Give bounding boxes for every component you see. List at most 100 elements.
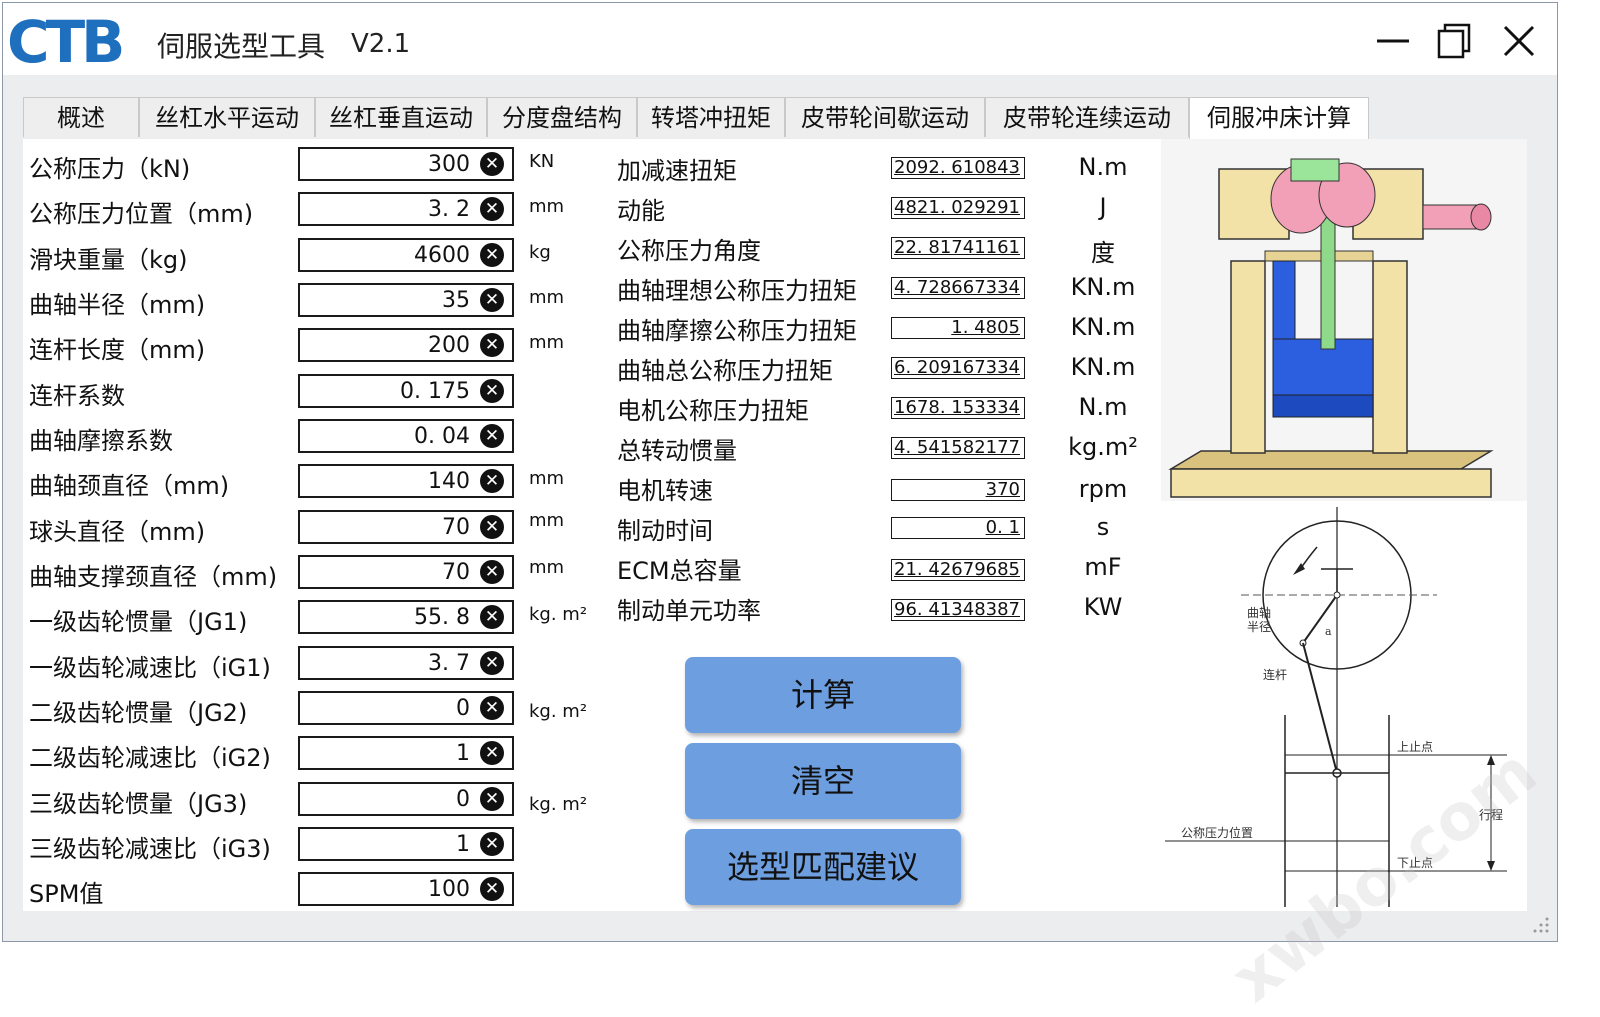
param-input[interactable]: 1 ✕ — [298, 827, 514, 861]
param-label: 二级齿轮减速比（iG2) — [29, 744, 271, 772]
param-input[interactable]: 0 ✕ — [298, 782, 514, 816]
tab-belt-intermittent[interactable]: 皮带轮间歇运动 — [785, 97, 985, 137]
clear-field-icon[interactable]: ✕ — [480, 605, 504, 629]
selection-suggestion-button[interactable]: 选型匹配建议 — [685, 829, 961, 905]
tab-screw-horizontal[interactable]: 丝杠水平运动 — [139, 97, 315, 137]
param-input[interactable]: 35 ✕ — [298, 283, 514, 317]
result-label: 电机转速 — [617, 477, 713, 505]
param-unit: kg. m² — [529, 701, 588, 722]
app-window: CTB 伺服选型工具 V2.1 概述 丝杠水平运动 丝杠垂直运动 分度盘结构 转… — [2, 2, 1558, 1017]
clear-field-icon[interactable]: ✕ — [480, 787, 504, 811]
tab-servo-press[interactable]: 伺服冲床计算 — [1189, 97, 1369, 139]
tab-screw-vertical[interactable]: 丝杠垂直运动 — [315, 97, 487, 137]
param-input[interactable]: 0. 04 ✕ — [298, 419, 514, 453]
calculate-button[interactable]: 计算 — [685, 657, 961, 733]
param-label: 球头直径（mm) — [29, 518, 206, 546]
tab-turret-torque[interactable]: 转塔冲扭矩 — [637, 97, 785, 137]
result-unit: 度 — [1091, 239, 1115, 267]
param-input[interactable]: 4600 ✕ — [298, 238, 514, 272]
param-input[interactable]: 0 ✕ — [298, 691, 514, 725]
param-unit: mm — [529, 332, 565, 353]
param-value[interactable]: 0 — [456, 696, 470, 721]
clear-field-icon[interactable]: ✕ — [480, 288, 504, 312]
param-value[interactable]: 0. 175 — [400, 379, 470, 404]
param-label: 二级齿轮惯量（JG2) — [29, 699, 248, 727]
param-label: 曲轴摩擦系数 — [29, 427, 173, 455]
param-input[interactable]: 140 ✕ — [298, 464, 514, 498]
result-label: 电机公称压力扭矩 — [617, 397, 809, 425]
param-value[interactable]: 3. 2 — [428, 197, 470, 222]
ctb-logo: CTB — [7, 8, 125, 76]
close-icon[interactable] — [1499, 21, 1539, 61]
param-value[interactable]: 200 — [428, 333, 470, 358]
clear-field-icon[interactable]: ✕ — [480, 243, 504, 267]
param-input[interactable]: 3. 2 ✕ — [298, 192, 514, 226]
result-value: 6. 209167334 — [891, 357, 1025, 379]
tab-index-table[interactable]: 分度盘结构 — [487, 97, 637, 137]
param-value[interactable]: 1 — [456, 741, 470, 766]
param-value[interactable]: 140 — [428, 469, 470, 494]
param-label: 公称压力位置（mm) — [29, 200, 254, 228]
tab-overview[interactable]: 概述 — [23, 97, 139, 137]
param-value[interactable]: 70 — [442, 560, 470, 585]
clear-field-icon[interactable]: ✕ — [480, 877, 504, 901]
param-value[interactable]: 1 — [456, 832, 470, 857]
clear-button[interactable]: 清空 — [685, 743, 961, 819]
clear-field-icon[interactable]: ✕ — [480, 515, 504, 539]
result-label: 曲轴摩擦公称压力扭矩 — [617, 317, 857, 345]
param-input[interactable]: 55. 8 ✕ — [298, 600, 514, 634]
title-bar: CTB 伺服选型工具 V2.1 — [3, 3, 1557, 75]
param-label: 三级齿轮惯量（JG3) — [29, 790, 248, 818]
result-unit: N.m — [1078, 393, 1128, 421]
param-input[interactable]: 70 ✕ — [298, 510, 514, 544]
param-input[interactable]: 3. 7 ✕ — [298, 646, 514, 680]
clear-field-icon[interactable]: ✕ — [480, 651, 504, 675]
result-value: 4. 728667334 — [891, 277, 1025, 299]
param-label: 曲轴支撑颈直径（mm) — [29, 563, 278, 591]
param-value[interactable]: 3. 7 — [428, 651, 470, 676]
param-input[interactable]: 70 ✕ — [298, 555, 514, 589]
clear-field-icon[interactable]: ✕ — [480, 469, 504, 493]
param-value[interactable]: 100 — [428, 877, 470, 902]
maximize-icon[interactable] — [1435, 21, 1475, 61]
clear-field-icon[interactable]: ✕ — [480, 832, 504, 856]
param-value[interactable]: 4600 — [414, 243, 470, 268]
param-value[interactable]: 70 — [442, 515, 470, 540]
param-input[interactable]: 0. 175 ✕ — [298, 374, 514, 408]
tab-belt-continuous[interactable]: 皮带轮连续运动 — [985, 97, 1189, 137]
param-label: 滑块重量（kg) — [29, 246, 188, 274]
param-unit: mm — [529, 196, 565, 217]
param-value[interactable]: 0 — [456, 787, 470, 812]
diagram-nominal-pos-label: 公称压力位置 — [1181, 825, 1253, 840]
clear-field-icon[interactable]: ✕ — [480, 152, 504, 176]
result-value: 22. 81741161 — [891, 237, 1025, 259]
result-value: 1678. 153334 — [891, 397, 1025, 419]
clear-field-icon[interactable]: ✕ — [480, 560, 504, 584]
clear-field-icon[interactable]: ✕ — [480, 333, 504, 357]
param-input[interactable]: 100 ✕ — [298, 872, 514, 906]
clear-field-icon[interactable]: ✕ — [480, 197, 504, 221]
param-input[interactable]: 1 ✕ — [298, 736, 514, 770]
result-unit: kg.m² — [1068, 433, 1138, 461]
result-value: 0. 1 — [891, 517, 1025, 539]
param-label: SPM值 — [29, 880, 104, 908]
result-unit: J — [1099, 193, 1107, 221]
clear-field-icon[interactable]: ✕ — [480, 424, 504, 448]
minimize-icon[interactable] — [1373, 21, 1413, 61]
param-input[interactable]: 300 ✕ — [298, 147, 514, 181]
resize-grip-icon[interactable] — [1527, 911, 1551, 935]
param-label: 三级齿轮减速比（iG3) — [29, 835, 271, 863]
result-unit: s — [1096, 513, 1110, 541]
clear-field-icon[interactable]: ✕ — [480, 696, 504, 720]
param-value[interactable]: 0. 04 — [414, 424, 470, 449]
param-value[interactable]: 35 — [442, 288, 470, 313]
param-value[interactable]: 55. 8 — [414, 605, 470, 630]
clear-field-icon[interactable]: ✕ — [480, 741, 504, 765]
param-value[interactable]: 300 — [428, 152, 470, 177]
result-label: 制动时间 — [617, 517, 713, 545]
clear-field-icon[interactable]: ✕ — [480, 379, 504, 403]
param-input[interactable]: 200 ✕ — [298, 328, 514, 362]
result-label: 公称压力角度 — [617, 237, 761, 265]
result-label: 制动单元功率 — [617, 597, 761, 625]
result-label: 动能 — [617, 197, 665, 225]
